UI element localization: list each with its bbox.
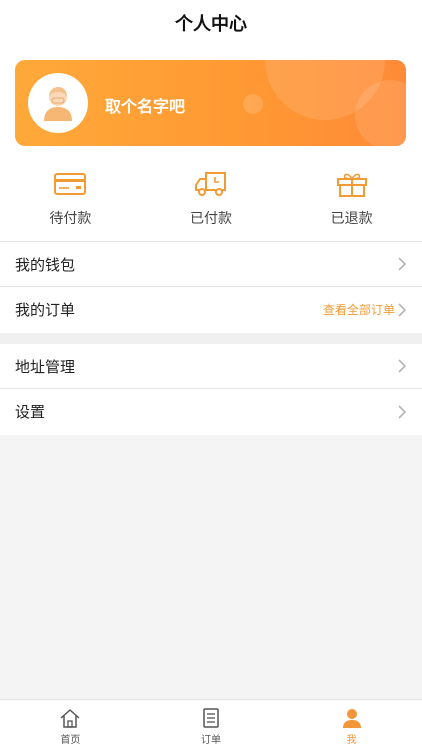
profile-card[interactable]: 取个名字吧 (15, 60, 406, 146)
menu-item-address[interactable]: 地址管理 (0, 344, 422, 389)
tab-home[interactable]: 首页 (0, 700, 141, 751)
tab-orders[interactable]: 订单 (141, 700, 282, 751)
top-section: 个人中心 取个名字吧 待付款 已付款 已退款 我的钱包 我的订单 查看全部订单 … (0, 0, 422, 435)
profile-name[interactable]: 取个名字吧 (105, 93, 185, 117)
status-label: 已付款 (190, 211, 232, 227)
tab-label: 我 (346, 735, 357, 746)
status-paid[interactable]: 已付款 (141, 170, 282, 232)
bottom-tab-bar: 首页 订单 我 (0, 699, 422, 751)
menu-group-2: 地址管理 设置 (0, 344, 422, 434)
section-divider (0, 333, 422, 344)
menu-item-wallet[interactable]: 我的钱包 (0, 242, 422, 287)
chevron-right-icon (398, 302, 407, 317)
menu-item-orders[interactable]: 我的订单 查看全部订单 (0, 287, 422, 332)
view-all-orders-link[interactable]: 查看全部订单 (323, 301, 395, 318)
avatar[interactable] (28, 73, 88, 133)
menu-item-label: 地址管理 (15, 357, 76, 376)
chevron-right-icon (398, 257, 407, 271)
home-icon (60, 709, 80, 728)
chevron-right-icon (398, 359, 407, 373)
tab-me[interactable]: 我 (281, 700, 422, 751)
status-refunded[interactable]: 已退款 (281, 170, 422, 232)
menu-item-label: 设置 (15, 403, 46, 421)
truck-icon (195, 172, 226, 196)
menu-item-label: 我的钱包 (15, 255, 76, 274)
page-title: 个人中心 (175, 14, 247, 35)
tab-label: 首页 (60, 735, 81, 746)
status-pending-payment[interactable]: 待付款 (0, 170, 141, 232)
tab-label: 订单 (201, 735, 221, 746)
status-label: 待付款 (49, 211, 92, 227)
user-avatar-icon (44, 87, 72, 121)
user-icon (342, 709, 361, 728)
decor-bubble (243, 94, 263, 114)
order-status-row: 待付款 已付款 已退款 (0, 170, 422, 232)
list-icon (203, 708, 219, 728)
menu-item-settings[interactable]: 设置 (0, 389, 422, 434)
status-label: 已退款 (330, 211, 373, 227)
menu-group-1: 我的钱包 我的订单 查看全部订单 (0, 241, 422, 332)
chevron-right-icon (398, 404, 407, 419)
gift-icon (336, 173, 367, 197)
menu-item-label: 我的订单 (15, 301, 76, 319)
card-icon (54, 173, 87, 195)
